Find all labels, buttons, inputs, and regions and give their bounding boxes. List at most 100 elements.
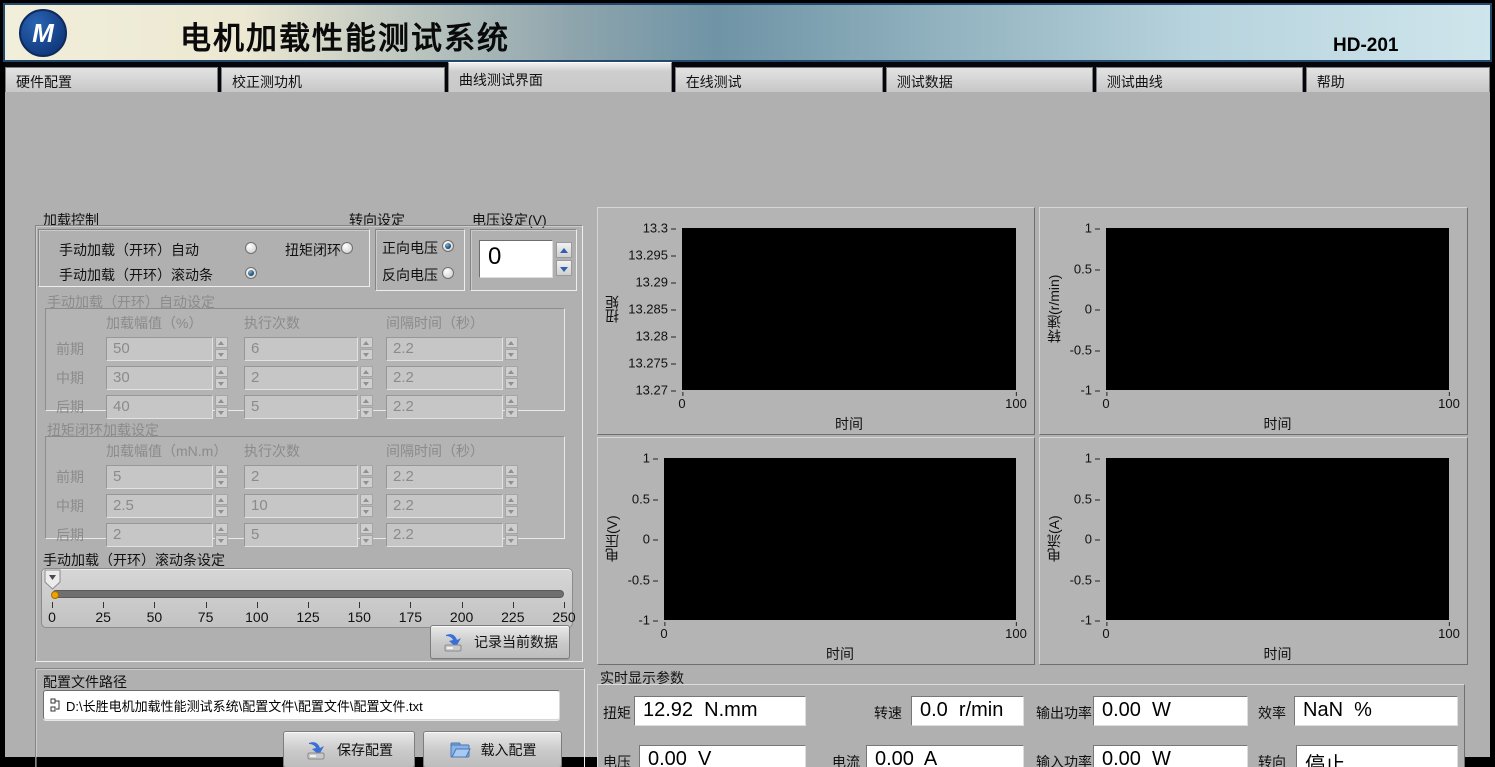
- path-icon: [50, 698, 61, 713]
- model-number: HD-201: [1333, 35, 1398, 57]
- decrement-button[interactable]: [215, 407, 228, 418]
- increment-button[interactable]: [215, 523, 228, 534]
- increment-button[interactable]: [215, 395, 228, 406]
- tab-test-curve[interactable]: 测试曲线: [1096, 67, 1303, 92]
- manual-auto-value[interactable]: 2.2: [386, 337, 503, 361]
- chart-torque: 扭矩13.313.29513.2913.28513.2813.27513.270…: [597, 207, 1035, 435]
- decrement-button[interactable]: [360, 378, 373, 389]
- decrement-button[interactable]: [505, 477, 518, 488]
- rt-label-direction: 转向: [1258, 752, 1286, 767]
- tab-online-test[interactable]: 在线测试: [675, 67, 883, 92]
- slider-pointer-handle[interactable]: [44, 569, 61, 590]
- manual-auto-input[interactable]: 2: [244, 366, 373, 390]
- record-current-data-button[interactable]: 记录当前数据: [430, 625, 570, 659]
- manual-auto-value[interactable]: 2.2: [386, 395, 503, 419]
- tab-calibrate-dyno[interactable]: 校正测功机: [221, 67, 445, 92]
- manual-auto-input[interactable]: 40: [106, 395, 228, 419]
- manual-auto-value[interactable]: 30: [106, 366, 213, 390]
- torque-loop-input[interactable]: 2: [106, 523, 228, 547]
- decrement-button[interactable]: [215, 349, 228, 360]
- manual-auto-input[interactable]: 6: [244, 337, 373, 361]
- torque-loop-value[interactable]: 2.2: [386, 523, 503, 547]
- tab-test-data[interactable]: 测试数据: [886, 67, 1093, 92]
- voltage-increment-button[interactable]: [556, 242, 572, 258]
- increment-button[interactable]: [360, 337, 373, 348]
- torque-loop-input[interactable]: 5: [244, 523, 373, 547]
- voltage-input[interactable]: 0: [479, 240, 553, 278]
- decrement-button[interactable]: [505, 349, 518, 360]
- decrement-button[interactable]: [360, 535, 373, 546]
- manual-auto-input[interactable]: 2.2: [386, 366, 518, 390]
- decrement-button[interactable]: [505, 407, 518, 418]
- increment-button[interactable]: [505, 494, 518, 505]
- increment-button[interactable]: [360, 366, 373, 377]
- decrement-button[interactable]: [505, 506, 518, 517]
- decrement-button[interactable]: [215, 378, 228, 389]
- save-config-button[interactable]: 保存配置: [283, 731, 415, 767]
- increment-button[interactable]: [505, 366, 518, 377]
- torque-loop-input[interactable]: 2.2: [386, 465, 518, 489]
- manual-auto-value[interactable]: 5: [244, 395, 358, 419]
- decrement-button[interactable]: [360, 407, 373, 418]
- manual-auto-value[interactable]: 50: [106, 337, 213, 361]
- increment-button[interactable]: [215, 366, 228, 377]
- load-slider[interactable]: 0255075100125150175200225250: [41, 568, 573, 628]
- torque-loop-value[interactable]: 2: [106, 523, 213, 547]
- torque-loop-input[interactable]: 10: [244, 494, 373, 518]
- torque-loop-value[interactable]: 5: [106, 465, 213, 489]
- torque-loop-value[interactable]: 5: [244, 523, 358, 547]
- manual-auto-input[interactable]: 50: [106, 337, 228, 361]
- torque-loop-input[interactable]: 2.2: [386, 523, 518, 547]
- radio-manual-open-auto[interactable]: [245, 242, 257, 254]
- voltage-decrement-button[interactable]: [556, 260, 572, 276]
- manual-auto-input[interactable]: 5: [244, 395, 373, 419]
- increment-button[interactable]: [360, 395, 373, 406]
- increment-button[interactable]: [360, 523, 373, 534]
- increment-button[interactable]: [215, 337, 228, 348]
- radio-forward-voltage[interactable]: [442, 240, 454, 252]
- increment-button[interactable]: [505, 337, 518, 348]
- increment-button[interactable]: [215, 494, 228, 505]
- tab-help[interactable]: 帮助: [1306, 67, 1490, 92]
- manual-auto-value[interactable]: 6: [244, 337, 358, 361]
- decrement-button[interactable]: [215, 477, 228, 488]
- tab-curve-test[interactable]: 曲线测试界面: [448, 62, 672, 92]
- decrement-button[interactable]: [360, 506, 373, 517]
- manual-auto-input[interactable]: 2.2: [386, 395, 518, 419]
- increment-button[interactable]: [360, 494, 373, 505]
- load-config-button[interactable]: 载入配置: [423, 731, 562, 767]
- torque-loop-input[interactable]: 2.2: [386, 494, 518, 518]
- config-path-input[interactable]: D:\长胜电机加载性能测试系统\配置文件\配置文件\配置文件.txt: [43, 690, 560, 720]
- slider-thumb[interactable]: [51, 591, 59, 599]
- increment-button[interactable]: [505, 523, 518, 534]
- torque-loop-value[interactable]: 10: [244, 494, 358, 518]
- torque-loop-value[interactable]: 2: [244, 465, 358, 489]
- radio-manual-open-scrollbar[interactable]: [245, 267, 257, 279]
- decrement-button[interactable]: [215, 506, 228, 517]
- increment-button[interactable]: [360, 465, 373, 476]
- tab-hardware-config[interactable]: 硬件配置: [5, 67, 218, 92]
- increment-button[interactable]: [505, 465, 518, 476]
- manual-auto-value[interactable]: 40: [106, 395, 213, 419]
- slider-track[interactable]: [52, 590, 564, 598]
- manual-auto-value[interactable]: 2.2: [386, 366, 503, 390]
- rt-label-input-power: 输入功率: [1036, 752, 1092, 767]
- decrement-button[interactable]: [360, 349, 373, 360]
- decrement-button[interactable]: [215, 535, 228, 546]
- torque-loop-value[interactable]: 2.2: [386, 494, 503, 518]
- decrement-button[interactable]: [360, 477, 373, 488]
- manual-auto-input[interactable]: 30: [106, 366, 228, 390]
- torque-loop-value[interactable]: 2.2: [386, 465, 503, 489]
- torque-loop-input[interactable]: 5: [106, 465, 228, 489]
- increment-button[interactable]: [505, 395, 518, 406]
- torque-loop-input[interactable]: 2.5: [106, 494, 228, 518]
- radio-reverse-voltage[interactable]: [442, 267, 454, 279]
- decrement-button[interactable]: [505, 378, 518, 389]
- manual-auto-value[interactable]: 2: [244, 366, 358, 390]
- decrement-button[interactable]: [505, 535, 518, 546]
- torque-loop-value[interactable]: 2.5: [106, 494, 213, 518]
- increment-button[interactable]: [215, 465, 228, 476]
- manual-auto-input[interactable]: 2.2: [386, 337, 518, 361]
- torque-loop-input[interactable]: 2: [244, 465, 373, 489]
- radio-torque-closed-loop[interactable]: [341, 242, 353, 254]
